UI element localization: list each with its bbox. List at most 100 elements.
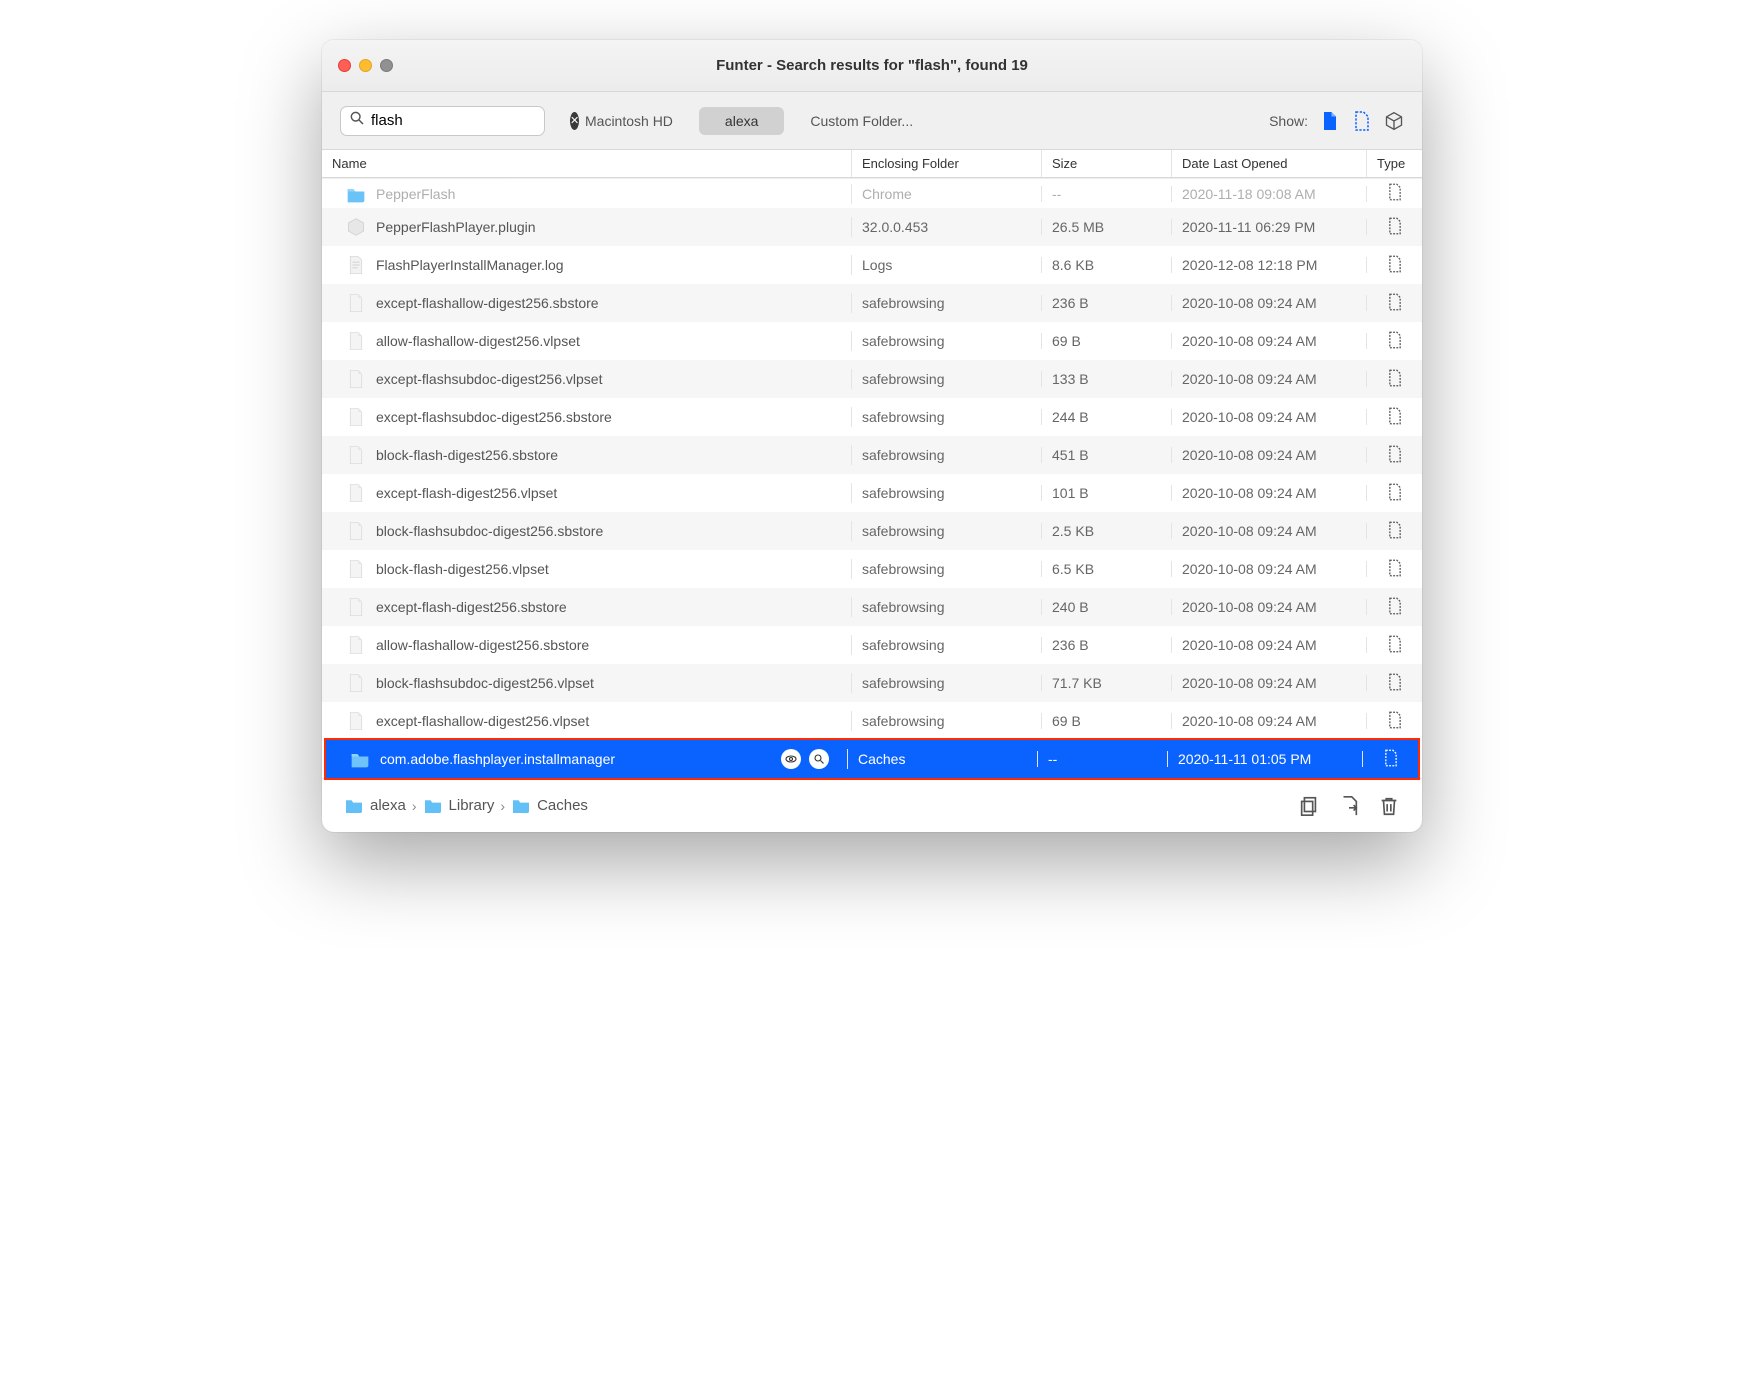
col-name[interactable]: Name [322, 150, 852, 177]
doc-icon [346, 559, 366, 579]
copy-button[interactable] [1298, 794, 1320, 818]
location-alexa[interactable]: alexa [699, 107, 784, 135]
file-size: 101 B [1042, 485, 1172, 501]
table-row[interactable]: except-flash-digest256.sbstoresafebrowsi… [322, 588, 1422, 626]
file-name: except-flashsubdoc-digest256.sbstore [376, 409, 612, 425]
enclosing-folder: safebrowsing [852, 523, 1042, 539]
show-label: Show: [1269, 113, 1308, 129]
enclosing-folder: Logs [852, 257, 1042, 273]
file-size: 6.5 KB [1042, 561, 1172, 577]
col-size[interactable]: Size [1042, 150, 1172, 177]
file-name: block-flashsubdoc-digest256.sbstore [376, 523, 603, 539]
titlebar[interactable]: Funter - Search results for "flash", fou… [322, 40, 1422, 92]
type-icon [1367, 369, 1422, 390]
enclosing-folder: safebrowsing [852, 295, 1042, 311]
show-hidden-files-icon[interactable] [1352, 110, 1372, 132]
file-size: 8.6 KB [1042, 257, 1172, 273]
date-last-opened: 2020-11-18 09:08 AM [1172, 186, 1367, 202]
file-name: except-flash-digest256.vlpset [376, 485, 557, 501]
column-headers: Name Enclosing Folder Size Date Last Ope… [322, 150, 1422, 178]
date-last-opened: 2020-11-11 01:05 PM [1168, 751, 1363, 767]
date-last-opened: 2020-12-08 12:18 PM [1172, 257, 1367, 273]
search-field[interactable]: ✕ [340, 106, 545, 136]
col-enclosing-folder[interactable]: Enclosing Folder [852, 150, 1042, 177]
file-size: 244 B [1042, 409, 1172, 425]
log-icon [346, 255, 366, 275]
file-size: 236 B [1042, 295, 1172, 311]
type-icon [1367, 255, 1422, 276]
table-row[interactable]: except-flashallow-digest256.vlpsetsafebr… [322, 702, 1422, 740]
enclosing-folder: safebrowsing [852, 371, 1042, 387]
window-title: Funter - Search results for "flash", fou… [338, 57, 1406, 74]
doc-icon [346, 407, 366, 427]
date-last-opened: 2020-10-08 09:24 AM [1172, 485, 1367, 501]
minimize-window-button[interactable] [359, 59, 372, 72]
reveal-button[interactable] [1338, 794, 1360, 818]
table-row[interactable]: block-flash-digest256.sbstoresafebrowsin… [322, 436, 1422, 474]
table-row[interactable]: except-flashallow-digest256.sbstoresafeb… [322, 284, 1422, 322]
date-last-opened: 2020-10-08 09:24 AM [1172, 371, 1367, 387]
location-segmented-control: Macintosh HD alexa Custom Folder... [559, 107, 939, 135]
trash-button[interactable] [1378, 794, 1400, 818]
folder-icon [511, 797, 531, 815]
doc-icon [346, 483, 366, 503]
close-window-button[interactable] [338, 59, 351, 72]
location-custom-folder[interactable]: Custom Folder... [784, 107, 939, 135]
table-row[interactable]: PepperFlashChrome--2020-11-18 09:08 AM [322, 178, 1422, 208]
enclosing-folder: safebrowsing [852, 409, 1042, 425]
table-row[interactable]: PepperFlashPlayer.plugin32.0.0.45326.5 M… [322, 208, 1422, 246]
file-size: -- [1042, 186, 1172, 202]
table-row[interactable]: block-flashsubdoc-digest256.sbstore safeb… [322, 512, 1422, 550]
enclosing-folder: safebrowsing [852, 675, 1042, 691]
type-icon [1367, 293, 1422, 314]
file-name: block-flash-digest256.vlpset [376, 561, 549, 577]
breadcrumb-item[interactable]: alexa [370, 797, 406, 814]
breadcrumb-item[interactable]: Caches [537, 797, 588, 814]
doc-icon [346, 711, 366, 731]
breadcrumb-item[interactable]: Library [449, 797, 495, 814]
type-icon [1363, 749, 1418, 770]
file-name: block-flashsubdoc-digest256.vlpset [376, 675, 594, 691]
file-size: 451 B [1042, 447, 1172, 463]
file-name: PepperFlash [376, 186, 455, 202]
date-last-opened: 2020-10-08 09:24 AM [1172, 561, 1367, 577]
reveal-in-finder-icon[interactable] [809, 749, 829, 769]
table-row[interactable]: except-flash-digest256.vlpsetsafebrowsin… [322, 474, 1422, 512]
quicklook-icon[interactable] [781, 749, 801, 769]
folder-icon [350, 749, 370, 769]
table-row[interactable]: FlashPlayerInstallManager.logLogs8.6 KB2… [322, 246, 1422, 284]
type-icon [1367, 559, 1422, 580]
col-date-last-opened[interactable]: Date Last Opened [1172, 150, 1367, 177]
show-packages-icon[interactable] [1384, 110, 1404, 132]
location-macintosh-hd[interactable]: Macintosh HD [559, 107, 699, 135]
file-size: 71.7 KB [1042, 675, 1172, 691]
date-last-opened: 2020-10-08 09:24 AM [1172, 295, 1367, 311]
app-window: Funter - Search results for "flash", fou… [322, 40, 1422, 832]
table-row[interactable]: block-flash-digest256.vlpset safebrowsing… [322, 550, 1422, 588]
type-icon [1367, 183, 1422, 204]
enclosing-folder: safebrowsing [852, 637, 1042, 653]
doc-icon [346, 369, 366, 389]
table-row[interactable]: com.adobe.flashplayer.installmanagerCach… [326, 740, 1418, 778]
date-last-opened: 2020-10-08 09:24 AM [1172, 675, 1367, 691]
enclosing-folder: safebrowsing [852, 333, 1042, 349]
col-type[interactable]: Type [1367, 150, 1422, 177]
table-row[interactable]: except-flashsubdoc-digest256.sbstore safe… [322, 398, 1422, 436]
type-icon [1367, 407, 1422, 428]
show-visible-files-icon[interactable] [1320, 110, 1340, 132]
zoom-window-button[interactable] [380, 59, 393, 72]
search-input[interactable] [365, 112, 570, 129]
table-row[interactable]: allow-flashallow-digest256.sbstoresafebr… [322, 626, 1422, 664]
doc-icon [346, 331, 366, 351]
table-row[interactable]: except-flashsubdoc-digest256.vlpsetsafeb… [322, 360, 1422, 398]
file-size: 69 B [1042, 333, 1172, 349]
date-last-opened: 2020-10-08 09:24 AM [1172, 637, 1367, 653]
file-name: block-flash-digest256.sbstore [376, 447, 558, 463]
enclosing-folder: safebrowsing [852, 561, 1042, 577]
results-list[interactable]: PepperFlashChrome--2020-11-18 09:08 AMPe… [322, 178, 1422, 780]
date-last-opened: 2020-10-08 09:24 AM [1172, 409, 1367, 425]
table-row[interactable]: allow-flashallow-digest256.vlpsetsafebro… [322, 322, 1422, 360]
path-breadcrumbs: alexa›Library›Caches [344, 797, 588, 815]
table-row[interactable]: block-flashsubdoc-digest256.vlpset safebr… [322, 664, 1422, 702]
date-last-opened: 2020-10-08 09:24 AM [1172, 599, 1367, 615]
